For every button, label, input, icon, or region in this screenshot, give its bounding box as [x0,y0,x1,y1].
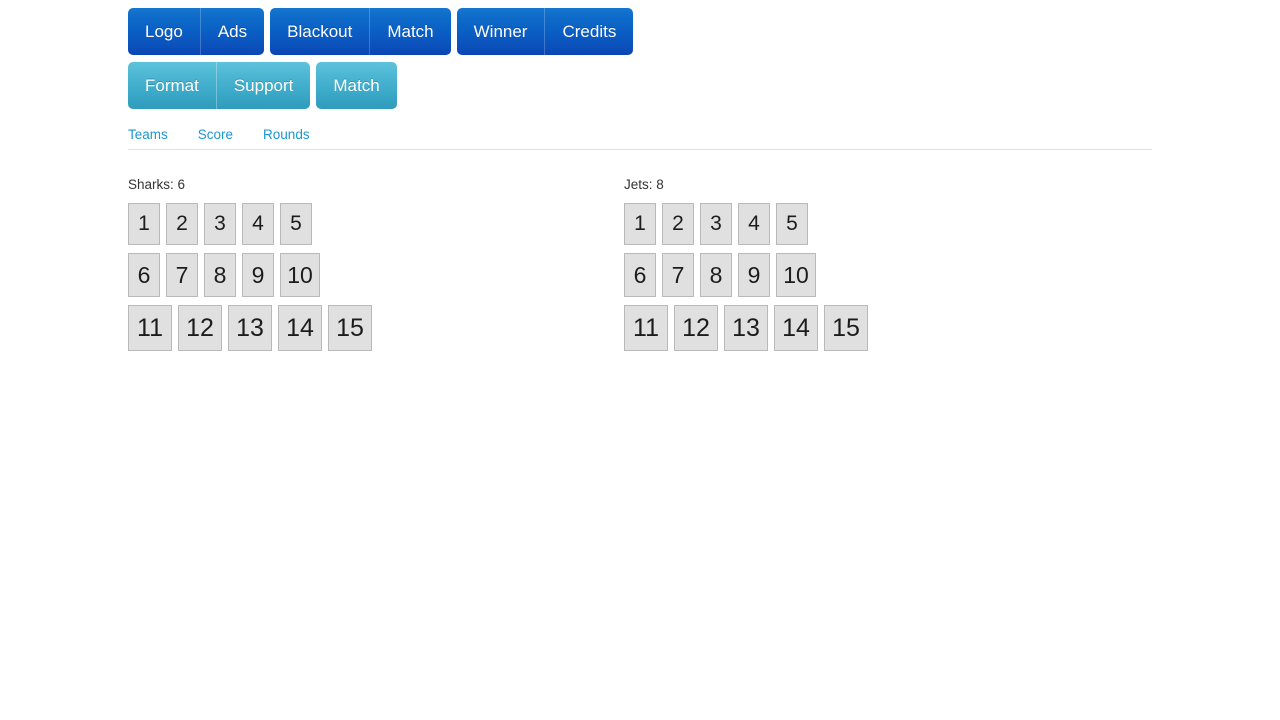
number-cell[interactable]: 15 [328,305,372,351]
number-cell[interactable]: 14 [278,305,322,351]
button-winner[interactable]: Winner [456,8,546,55]
button-match-top[interactable]: Match [370,8,451,55]
card-row: 11 12 13 14 15 [624,305,1120,351]
number-cell[interactable]: 8 [700,253,732,297]
card-row: 6 7 8 9 10 [624,253,1120,297]
team-label-sharks: Sharks: 6 [128,177,186,192]
number-cell[interactable]: 7 [662,253,694,297]
button-format[interactable]: Format [128,62,217,109]
card-row: 1 2 3 4 5 [128,203,624,245]
number-cell[interactable]: 5 [280,203,312,245]
number-cell[interactable]: 2 [166,203,198,245]
card-grid-sharks: 1 2 3 4 5 6 7 8 9 10 11 12 13 14 15 [128,203,624,351]
tab-score[interactable]: Score [198,126,233,143]
button-ads[interactable]: Ads [200,8,265,55]
number-cell[interactable]: 10 [776,253,816,297]
button-group-1: Logo Ads [128,8,265,55]
number-cell[interactable]: 4 [242,203,274,245]
button-blackout[interactable]: Blackout [270,8,371,55]
number-cell[interactable]: 1 [128,203,160,245]
toolbar-row-primary: Logo Ads Blackout Match Winner Credits [128,8,639,55]
button-support[interactable]: Support [216,62,311,109]
number-cell[interactable]: 15 [824,305,868,351]
number-cell[interactable]: 3 [700,203,732,245]
button-logo[interactable]: Logo [128,8,201,55]
button-group-5: Match [316,62,397,109]
number-cell[interactable]: 11 [128,305,172,351]
button-group-2: Blackout Match [270,8,451,55]
number-cell[interactable]: 13 [724,305,768,351]
card-grid-jets: 1 2 3 4 5 6 7 8 9 10 11 12 13 14 15 [624,203,1120,351]
number-cell[interactable]: 6 [624,253,656,297]
tab-bar: Teams Score Rounds [128,126,1152,150]
page-root: Logo Ads Blackout Match Winner Credits F… [0,0,1280,720]
number-cell[interactable]: 3 [204,203,236,245]
number-cell[interactable]: 10 [280,253,320,297]
card-row: 11 12 13 14 15 [128,305,624,351]
card-row: 1 2 3 4 5 [624,203,1120,245]
tab-rounds[interactable]: Rounds [263,126,310,143]
number-cell[interactable]: 13 [228,305,272,351]
board-columns: Sharks: 6 1 2 3 4 5 6 7 8 9 10 11 12 13 … [128,176,1152,359]
number-cell[interactable]: 7 [166,253,198,297]
number-cell[interactable]: 9 [738,253,770,297]
team-column-sharks: Sharks: 6 1 2 3 4 5 6 7 8 9 10 11 12 13 … [128,176,624,359]
card-row: 6 7 8 9 10 [128,253,624,297]
number-cell[interactable]: 5 [776,203,808,245]
number-cell[interactable]: 11 [624,305,668,351]
number-cell[interactable]: 6 [128,253,160,297]
number-cell[interactable]: 12 [178,305,222,351]
number-cell[interactable]: 14 [774,305,818,351]
team-label-jets: Jets: 8 [624,177,664,192]
toolbar-row-secondary: Format Support Match [128,62,403,109]
button-group-3: Winner Credits [456,8,634,55]
button-group-4: Format Support [128,62,311,109]
button-credits[interactable]: Credits [545,8,634,55]
number-cell[interactable]: 2 [662,203,694,245]
number-cell[interactable]: 1 [624,203,656,245]
team-column-jets: Jets: 8 1 2 3 4 5 6 7 8 9 10 11 12 13 14… [624,176,1120,359]
tab-teams[interactable]: Teams [128,126,168,143]
button-match-bottom[interactable]: Match [316,62,397,109]
number-cell[interactable]: 9 [242,253,274,297]
number-cell[interactable]: 12 [674,305,718,351]
number-cell[interactable]: 4 [738,203,770,245]
number-cell[interactable]: 8 [204,253,236,297]
